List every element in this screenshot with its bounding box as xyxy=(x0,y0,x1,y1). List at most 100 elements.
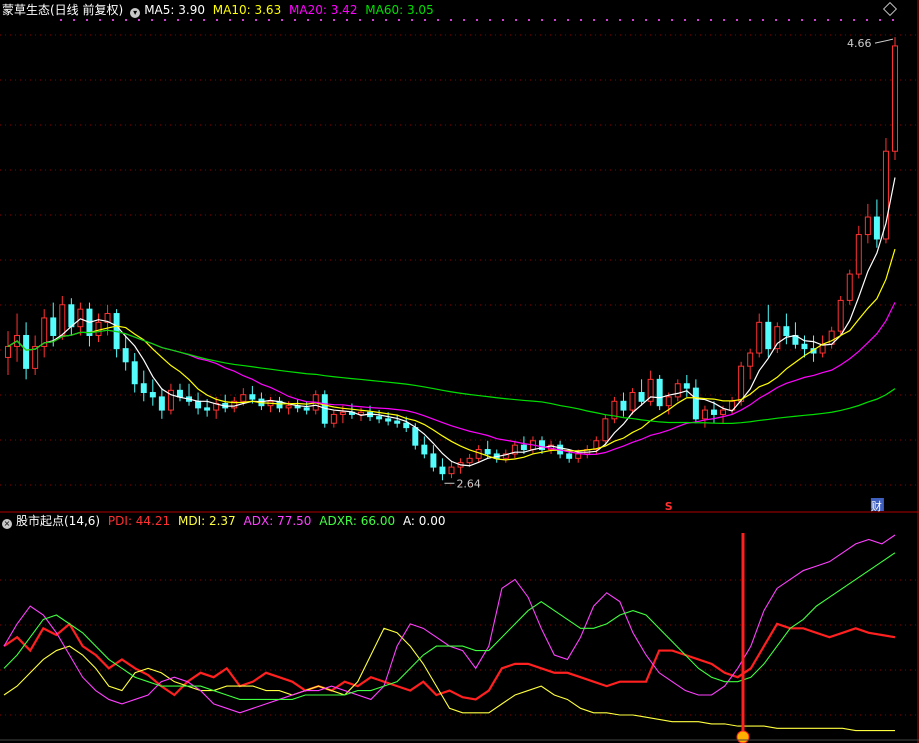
signal-dot xyxy=(736,19,738,21)
candle xyxy=(339,411,346,415)
signal-dot xyxy=(866,19,868,21)
candle xyxy=(846,273,853,301)
adx-value: ADX: 77.50 xyxy=(243,514,312,528)
ma60-value: MA60: 3.05 xyxy=(365,3,434,17)
candle xyxy=(656,378,663,407)
candle xyxy=(484,449,491,455)
signal-dot xyxy=(255,19,257,21)
candle xyxy=(50,317,57,336)
candle xyxy=(240,394,247,402)
close-icon[interactable]: × xyxy=(2,519,12,529)
cai-marker: 财 xyxy=(871,499,882,513)
signal-dot xyxy=(320,19,322,21)
candle xyxy=(701,409,708,420)
signal-dot xyxy=(242,19,244,21)
candle xyxy=(683,383,690,389)
signal-dot xyxy=(567,19,569,21)
candle xyxy=(149,392,156,398)
candle xyxy=(602,418,609,442)
signal-dot xyxy=(333,19,335,21)
signal-dot xyxy=(606,19,608,21)
candle xyxy=(131,361,138,385)
chevron-down-icon[interactable]: ▾ xyxy=(130,8,141,18)
signal-dot xyxy=(411,19,413,21)
ma10-value: MA10: 3.63 xyxy=(212,3,282,17)
pdi-value: PDI: 44.21 xyxy=(107,514,171,528)
candle xyxy=(873,216,880,240)
signal-dot xyxy=(788,19,790,21)
adxr-line xyxy=(3,552,896,700)
signal-dot xyxy=(125,19,127,21)
signal-dot xyxy=(112,19,114,21)
signal-dot xyxy=(229,19,231,21)
stock-chart[interactable]: 4.66 2.64 S 财 xyxy=(0,0,919,743)
signal-dot xyxy=(138,19,140,21)
candle xyxy=(620,400,627,411)
candle xyxy=(855,234,862,275)
candle xyxy=(176,389,183,398)
candle xyxy=(629,392,636,411)
signal-dot xyxy=(684,19,686,21)
candle xyxy=(330,413,337,424)
main-chart-header: 蒙草生态(日线 前复权) ▾ MA5: 3.90 MA10: 3.63 MA20: … xyxy=(2,2,438,18)
stock-title: 蒙草生态(日线 前复权) xyxy=(2,3,124,17)
signal-dot xyxy=(281,19,283,21)
candle xyxy=(430,453,437,468)
signal-dot xyxy=(398,19,400,21)
ma5-value: MA5: 3.90 xyxy=(144,3,205,17)
signal-dot xyxy=(515,19,517,21)
candle xyxy=(638,392,645,402)
signal-icon xyxy=(736,730,750,743)
signal-dot xyxy=(762,19,764,21)
candle xyxy=(882,150,889,240)
candle xyxy=(783,326,790,336)
candle xyxy=(5,345,11,358)
signal-dot xyxy=(593,19,595,21)
signal-dot xyxy=(814,19,816,21)
candle xyxy=(249,394,256,400)
signal-dot xyxy=(619,19,621,21)
candle xyxy=(140,383,147,394)
candle xyxy=(566,453,573,459)
signal-dot xyxy=(307,19,309,21)
candle xyxy=(747,352,754,367)
signal-dot xyxy=(177,19,179,21)
ma5-line xyxy=(7,177,896,467)
candle xyxy=(204,407,211,411)
signal-dot xyxy=(697,19,699,21)
candle xyxy=(448,466,455,475)
candle xyxy=(122,348,129,363)
signal-dot xyxy=(346,19,348,21)
signal-dot xyxy=(359,19,361,21)
candle xyxy=(801,343,808,350)
signal-dot xyxy=(190,19,192,21)
signal-dot xyxy=(775,19,777,21)
signal-dot xyxy=(476,19,478,21)
signal-dot xyxy=(554,19,556,21)
signal-dot xyxy=(580,19,582,21)
adx-line xyxy=(3,534,896,714)
high-arrow xyxy=(874,38,894,44)
signal-dot xyxy=(528,19,530,21)
candle xyxy=(439,466,446,475)
indicator-header: × 股市起点(14,6) PDI: 44.21 MDI: 2.37 ADX: 77… xyxy=(2,513,450,529)
signal-dot xyxy=(164,19,166,21)
signal-dot xyxy=(879,19,881,21)
indicator-title: 股市起点(14,6) xyxy=(16,514,101,528)
candle xyxy=(466,457,473,464)
candle xyxy=(692,387,699,420)
candle xyxy=(674,383,681,398)
signal-dot xyxy=(658,19,660,21)
high-price-label: 4.66 xyxy=(847,37,872,50)
signal-dot xyxy=(268,19,270,21)
signal-dot xyxy=(424,19,426,21)
low-price-label: 2.64 xyxy=(456,477,481,490)
candle xyxy=(195,400,202,409)
signal-dot xyxy=(853,19,855,21)
candle xyxy=(412,427,419,446)
mdi-value: MDI: 2.37 xyxy=(177,514,236,528)
signal-dot xyxy=(671,19,673,21)
candle xyxy=(23,334,30,369)
candle xyxy=(765,321,772,350)
mdi-line xyxy=(3,627,895,732)
